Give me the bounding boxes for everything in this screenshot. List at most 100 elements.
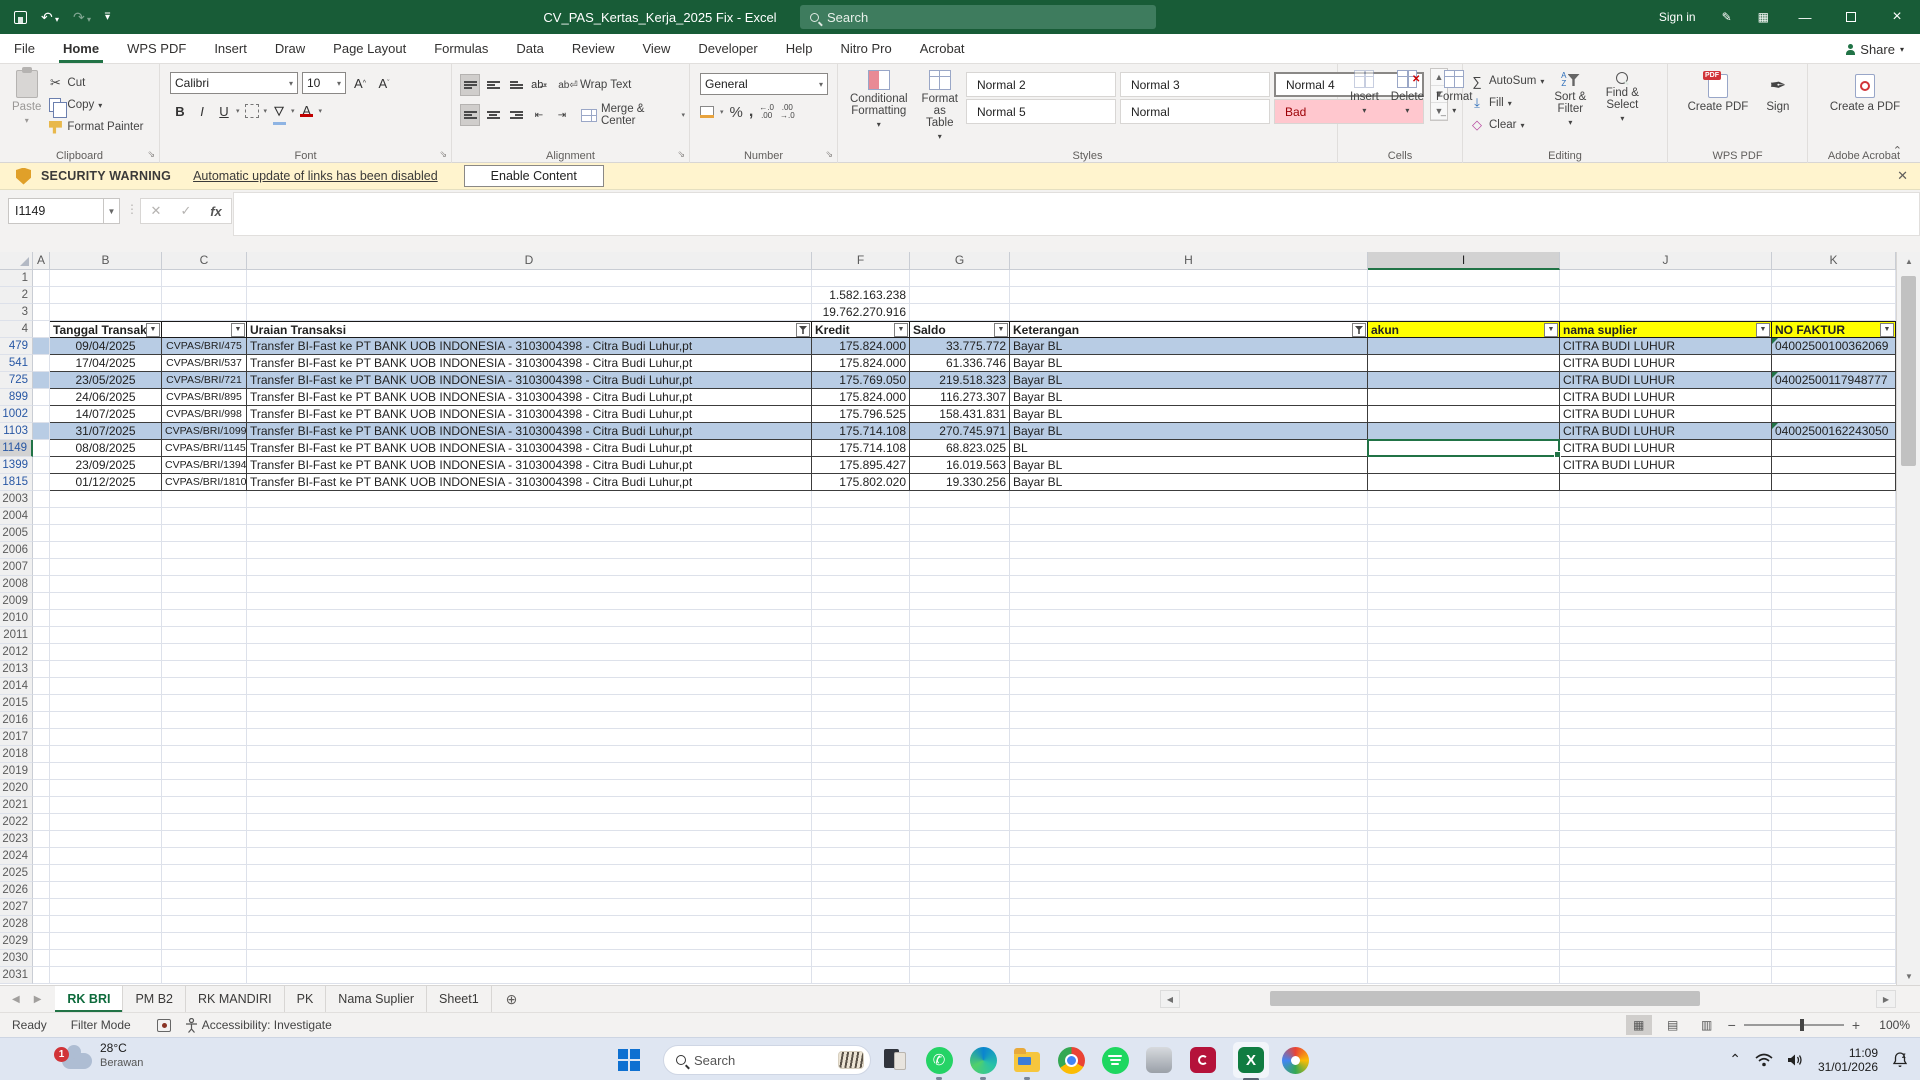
whatsapp-button[interactable]: ✆ [924, 1045, 954, 1075]
cell-I2005[interactable] [1368, 525, 1560, 542]
cell-K2019[interactable] [1772, 763, 1896, 780]
cell-D2018[interactable] [247, 746, 812, 763]
weather-widget[interactable]: 1 28°CBerawan [62, 1041, 143, 1070]
cell-D2024[interactable] [247, 848, 812, 865]
cell-A2010[interactable] [33, 610, 50, 627]
excel-button[interactable]: X [1236, 1045, 1266, 1075]
cell-G2023[interactable] [910, 831, 1010, 848]
cell-F2012[interactable] [812, 644, 910, 661]
cell-J2027[interactable] [1560, 899, 1772, 916]
cell-G2017[interactable] [910, 729, 1010, 746]
cell-B2008[interactable] [50, 576, 162, 593]
cell-C541[interactable]: CVPAS/BRI/537 [162, 355, 247, 372]
cell-J479[interactable]: CITRA BUDI LUHUR [1560, 338, 1772, 355]
row-number-2027[interactable]: 2027 [0, 899, 33, 916]
cell-J2[interactable] [1560, 287, 1772, 304]
cell-G2003[interactable] [910, 491, 1010, 508]
cell-A2024[interactable] [33, 848, 50, 865]
cell-D2004[interactable] [247, 508, 812, 525]
cell-H2024[interactable] [1010, 848, 1368, 865]
cell-K2008[interactable] [1772, 576, 1896, 593]
cell-H2028[interactable] [1010, 916, 1368, 933]
vertical-scrollbar[interactable]: ▲ ▼ [1896, 252, 1920, 985]
customize-qat-button[interactable]: ▾̅ [105, 12, 110, 23]
cell-I2025[interactable] [1368, 865, 1560, 882]
cell-G1815[interactable]: 19.330.256 [910, 474, 1010, 491]
cell-G2020[interactable] [910, 780, 1010, 797]
cell-B2007[interactable] [50, 559, 162, 576]
ribbon-options-icon[interactable]: ▦ [1745, 0, 1782, 34]
row-number-2015[interactable]: 2015 [0, 695, 33, 712]
cell-D1399[interactable]: Transfer BI-Fast ke PT BANK UOB INDONESI… [247, 457, 812, 474]
new-sheet-button[interactable]: ⊕ [492, 986, 532, 1012]
cell-I2018[interactable] [1368, 746, 1560, 763]
cell-G2015[interactable] [910, 695, 1010, 712]
style-normal-2[interactable]: Normal 2 [966, 72, 1116, 97]
row-number-899[interactable]: 899 [0, 389, 33, 406]
cell-K541[interactable] [1772, 355, 1896, 372]
cell-J2029[interactable] [1560, 933, 1772, 950]
cell-J2016[interactable] [1560, 712, 1772, 729]
cell-F2029[interactable] [812, 933, 910, 950]
edge-button[interactable] [968, 1045, 998, 1075]
number-dialog-launcher[interactable]: ⇘ [825, 149, 833, 160]
task-view-button[interactable] [880, 1045, 910, 1075]
undo-button[interactable]: ↶ ▾ [41, 9, 59, 26]
cell-B2005[interactable] [50, 525, 162, 542]
worksheet-grid[interactable]: ABCDFGHIJK121.582.163.238319.762.270.916… [0, 252, 1896, 985]
filter-header-K[interactable]: NO FAKTUR▼ [1772, 321, 1896, 338]
cell-A2028[interactable] [33, 916, 50, 933]
normal-view-button[interactable]: ▦ [1626, 1015, 1652, 1035]
cell-H1399[interactable]: Bayar BL [1010, 457, 1368, 474]
cell-J899[interactable]: CITRA BUDI LUHUR [1560, 389, 1772, 406]
cell-I2008[interactable] [1368, 576, 1560, 593]
cell-C2017[interactable] [162, 729, 247, 746]
row-number-2021[interactable]: 2021 [0, 797, 33, 814]
cell-C2[interactable] [162, 287, 247, 304]
cell-C1149[interactable]: CVPAS/BRI/1145 [162, 440, 247, 457]
insert-cells-button[interactable]: Insert▾ [1344, 68, 1385, 117]
cell-H2019[interactable] [1010, 763, 1368, 780]
fill-color-button[interactable]: 🜄 [269, 100, 289, 122]
cell-C2022[interactable] [162, 814, 247, 831]
cell-A725[interactable] [33, 372, 50, 389]
cell-B3[interactable] [50, 304, 162, 321]
cell-G541[interactable]: 61.336.746 [910, 355, 1010, 372]
cell-B2023[interactable] [50, 831, 162, 848]
cell-J1149[interactable]: CITRA BUDI LUHUR [1560, 440, 1772, 457]
cell-K2024[interactable] [1772, 848, 1896, 865]
spotify-button[interactable] [1100, 1045, 1130, 1075]
cell-C3[interactable] [162, 304, 247, 321]
bold-button[interactable]: B [170, 100, 190, 122]
ribbon-tab-file[interactable]: File [0, 34, 49, 63]
cell-I2022[interactable] [1368, 814, 1560, 831]
share-button[interactable]: Share ▾ [1837, 37, 1912, 61]
cell-F2015[interactable] [812, 695, 910, 712]
row-number-2029[interactable]: 2029 [0, 933, 33, 950]
cell-H2016[interactable] [1010, 712, 1368, 729]
zoom-slider-thumb[interactable] [1800, 1019, 1804, 1031]
cell-K1103[interactable]: 04002500162243050 [1772, 423, 1896, 440]
ribbon-tab-help[interactable]: Help [772, 34, 827, 63]
cell-D1815[interactable]: Transfer BI-Fast ke PT BANK UOB INDONESI… [247, 474, 812, 491]
cell-H2005[interactable] [1010, 525, 1368, 542]
cell-I541[interactable] [1368, 355, 1560, 372]
name-box[interactable]: I1149 [8, 198, 104, 224]
number-format-select[interactable]: General▾ [700, 73, 828, 95]
cell-F2030[interactable] [812, 950, 910, 967]
cell-K479[interactable]: 04002500100362069 [1772, 338, 1896, 355]
cell-J2028[interactable] [1560, 916, 1772, 933]
cell-D2031[interactable] [247, 967, 812, 984]
row-number-1399[interactable]: 1399 [0, 457, 33, 474]
cell-I2012[interactable] [1368, 644, 1560, 661]
ribbon-tab-nitro-pro[interactable]: Nitro Pro [826, 34, 905, 63]
cell-H2027[interactable] [1010, 899, 1368, 916]
create-pdf-button[interactable]: PDF Create PDF [1682, 72, 1755, 115]
row-number-2019[interactable]: 2019 [0, 763, 33, 780]
cell-H2018[interactable] [1010, 746, 1368, 763]
cut-button[interactable]: ✂Cut [47, 72, 143, 94]
cell-G725[interactable]: 219.518.323 [910, 372, 1010, 389]
cell-A2003[interactable] [33, 491, 50, 508]
column-header-A[interactable]: A [33, 252, 50, 270]
middle-align-button[interactable] [483, 74, 503, 96]
